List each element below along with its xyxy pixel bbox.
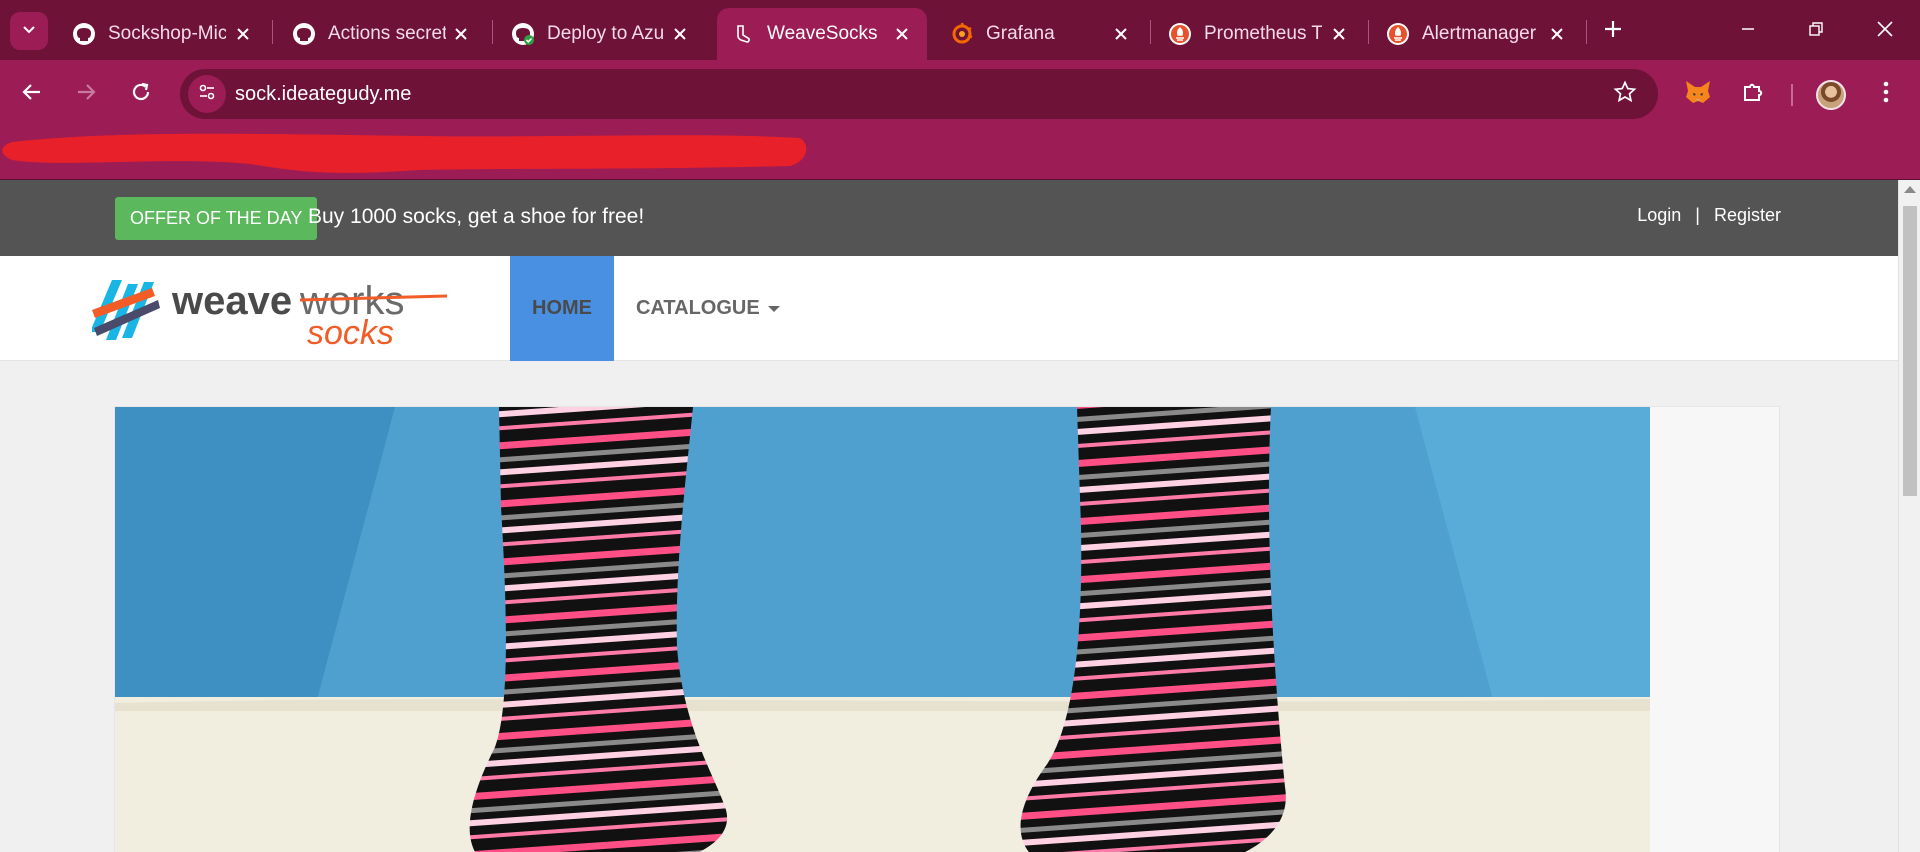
close-icon[interactable] [669,23,691,45]
tab-prometheus[interactable]: Prometheus Ti [1154,8,1364,60]
sock-icon [731,22,755,46]
auth-separator: | [1695,205,1700,225]
hero-carousel [114,406,1780,852]
puzzle-icon [1741,80,1765,109]
close-icon [1876,20,1894,43]
url-text[interactable]: sock.ideategudy.me [235,83,411,106]
scroll-up-arrow[interactable] [1904,186,1916,193]
tab-label: Sockshop-Mic [108,23,226,44]
main-navbar: weave works socks HOME CATALOGUE [0,256,1898,361]
tab-label: Actions secret [328,23,446,44]
nav-catalogue[interactable]: CATALOGUE [636,256,780,361]
tab-label: Alertmanager [1422,23,1537,44]
register-link[interactable]: Register [1714,205,1781,226]
hero-socks-image [115,407,1650,852]
restore-icon [1808,21,1824,42]
logo-word-weave: weave [171,279,292,323]
tab-separator [1368,20,1369,44]
reload-button[interactable] [121,74,161,114]
arrow-right-icon [75,81,97,108]
chevron-down-icon [21,21,37,42]
nav-home[interactable]: HOME [510,256,614,361]
reload-icon [130,81,152,108]
prometheus-icon [1386,22,1410,46]
redaction-scribble [2,133,807,173]
caret-down-icon [767,305,780,312]
kebab-menu-icon [1883,81,1889,108]
offer-bar: OFFER OF THE DAY Buy 1000 socks, get a s… [0,180,1898,256]
offer-text: Buy 1000 socks, get a shoe for free! [308,205,645,228]
back-button[interactable] [12,74,52,114]
fox-icon [1684,79,1712,110]
weaveworks-socks-logo[interactable]: weave works socks [92,270,452,350]
tab-separator [272,20,273,44]
tab-weavesocks[interactable]: WeaveSocks [717,8,927,60]
browser-menu-button[interactable] [1866,74,1906,114]
tab-label: Grafana [986,23,1055,44]
page-viewport: OFFER OF THE DAY Buy 1000 socks, get a s… [0,180,1898,852]
star-icon [1613,79,1637,109]
login-link[interactable]: Login [1637,205,1681,226]
tab-label: Prometheus Ti [1204,23,1322,44]
minimize-button[interactable] [1731,14,1765,48]
restore-button[interactable] [1799,14,1833,48]
new-tab-button[interactable] [1598,16,1628,46]
scroll-thumb[interactable] [1903,206,1917,496]
metamask-extension-button[interactable] [1678,74,1718,114]
tab-label: Deploy to Azu [547,23,665,44]
tab-sockshop[interactable]: Sockshop-Mic [58,8,268,60]
tab-search-button[interactable] [10,12,48,50]
plus-icon [1603,19,1623,44]
tab-separator [1150,20,1151,44]
weaveworks-mark-icon [92,280,160,340]
close-window-button[interactable] [1868,14,1902,48]
forward-button[interactable] [66,74,106,114]
tab-alertmanager[interactable]: Alertmanager [1372,8,1582,60]
close-icon[interactable] [1110,23,1132,45]
extensions-button[interactable] [1733,74,1773,114]
site-info-button[interactable] [188,75,226,113]
page-scrollbar[interactable] [1898,180,1920,852]
profile-avatar[interactable] [1816,80,1846,110]
github-icon [292,22,316,46]
close-icon[interactable] [1546,23,1568,45]
tune-icon [197,82,217,107]
prometheus-icon [1168,22,1192,46]
auth-links: Login | Register [1637,205,1781,226]
github-check-icon [511,22,535,46]
toolbar-separator [1791,84,1793,106]
tab-deploy-azure[interactable]: Deploy to Azu [497,8,705,60]
github-icon [72,22,96,46]
logo-word-socks: socks [307,314,394,350]
close-icon[interactable] [1328,23,1350,45]
grafana-icon [950,22,974,46]
tab-label: WeaveSocks [767,23,878,44]
tab-actions-secrets[interactable]: Actions secret [278,8,486,60]
bookmarks-bar [0,128,1920,180]
bookmark-star-button[interactable] [1612,79,1638,109]
close-icon[interactable] [232,23,254,45]
close-icon[interactable] [891,23,913,45]
close-icon[interactable] [450,23,472,45]
tab-separator [1586,20,1587,44]
offer-badge[interactable]: OFFER OF THE DAY [115,197,318,240]
tab-grafana[interactable]: Grafana [936,8,1146,60]
minimize-icon [1740,21,1756,42]
arrow-left-icon [21,81,43,108]
browser-toolbar: sock.ideategudy.me [0,60,1920,128]
tab-separator [492,20,493,44]
nav-catalogue-label: CATALOGUE [636,297,760,319]
tab-bar: Sockshop-Mic Actions secret Deploy to Az… [0,0,1920,60]
address-bar[interactable]: sock.ideategudy.me [180,69,1658,119]
